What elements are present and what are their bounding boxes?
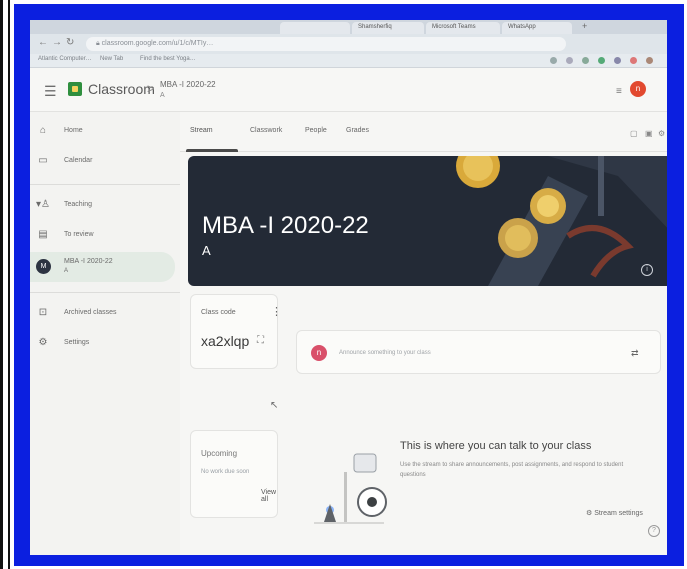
bookmark-item[interactable]: New Tab — [100, 56, 123, 62]
classroom-logo-icon — [68, 82, 82, 96]
more-vert-icon[interactable]: ⋮ — [271, 305, 282, 318]
sidebar-divider — [30, 184, 180, 185]
repost-icon[interactable]: ⇄ — [631, 348, 639, 359]
url-text: classroom.google.com/u/1/c/MTIy… — [101, 40, 214, 47]
sidebar-item-teaching[interactable]: ▾♙ Teaching — [30, 194, 180, 218]
browser-tab[interactable]: Microsoft Teams — [426, 22, 500, 34]
bookmark-item[interactable]: Atlantic Computer… — [38, 56, 92, 62]
sidebar: ⌂ Home ▭ Calendar ▾♙ Teaching ▤ To revie… — [30, 112, 180, 555]
hamburger-menu-icon[interactable]: ☰ — [44, 83, 57, 100]
review-icon: ▤ — [38, 229, 48, 240]
upcoming-empty-text: No work due soon — [201, 469, 250, 475]
sidebar-item-label: Calendar — [64, 157, 93, 164]
extension-icon[interactable] — [614, 57, 621, 64]
bookmarks-bar: Atlantic Computer… New Tab Find the best… — [30, 54, 667, 68]
banner-class-section: A — [202, 243, 211, 258]
sidebar-item-home[interactable]: ⌂ Home — [30, 120, 180, 144]
browser-tab-strip: Shamsherfiq Microsoft Teams WhatsApp + — [30, 20, 667, 34]
address-bar-row: ← → ↻ 🔒︎ classroom.google.com/u/1/c/MTIy… — [30, 34, 667, 54]
breadcrumb-separator: > — [147, 81, 155, 96]
class-code-card: Class code ⋮ xa2xlqp ⛶ — [190, 294, 282, 369]
sidebar-item-class[interactable]: M MBA -I 2020-22 A — [30, 252, 175, 282]
view-all-link[interactable]: View all — [261, 489, 277, 503]
back-icon[interactable]: ← — [38, 37, 48, 48]
sidebar-item-label: Archived classes — [64, 309, 117, 316]
sidebar-item-calendar[interactable]: ▭ Calendar — [30, 150, 180, 174]
stream-illustration — [314, 453, 387, 524]
sidebar-item-archived[interactable]: ⊡ Archived classes — [30, 302, 180, 326]
class-tabs: Stream Classwork People Grades ▢ ▣ ⚙ — [180, 112, 667, 152]
stream-settings-label: Stream settings — [594, 510, 643, 517]
sidebar-item-settings[interactable]: ⚙ Settings — [30, 332, 180, 356]
breadcrumb-class-section: A — [160, 92, 165, 99]
gear-icon: ⚙ — [38, 337, 48, 348]
forward-icon[interactable]: → — [52, 37, 62, 48]
fullscreen-icon[interactable]: ⛶ — [257, 335, 264, 346]
laptop-screen: Shamsherfiq Microsoft Teams WhatsApp + ←… — [30, 20, 667, 555]
tab-people[interactable]: People — [305, 127, 327, 134]
tab-grades[interactable]: Grades — [346, 127, 369, 134]
menu-icon[interactable] — [646, 57, 653, 64]
left-edge — [0, 0, 14, 569]
announce-placeholder: Announce something to your class — [339, 350, 431, 356]
class-banner: MBA -I 2020-22 A i — [188, 156, 667, 286]
profile-icon[interactable] — [630, 57, 637, 64]
empty-state-description: Use the stream to share announcements, p… — [400, 462, 624, 478]
tab-stream[interactable]: Stream — [190, 127, 213, 134]
upcoming-card: Upcoming No work due soon View all — [190, 430, 278, 518]
new-tab-icon[interactable]: + — [582, 21, 587, 31]
active-tab-indicator — [186, 149, 238, 152]
sidebar-divider — [30, 292, 180, 293]
reload-icon[interactable]: ↻ — [66, 37, 74, 48]
sidebar-item-label: Settings — [64, 339, 90, 346]
bookmark-item[interactable]: Find the best Yoga… — [140, 56, 196, 62]
display-icon[interactable]: ▢ — [630, 129, 638, 138]
main-content: Stream Classwork People Grades ▢ ▣ ⚙ MBA… — [180, 112, 667, 555]
sidebar-item-label: Home — [64, 127, 83, 134]
info-icon[interactable]: i — [641, 264, 653, 276]
browser-tab[interactable]: Shamsherfiq — [352, 22, 424, 34]
stream-empty-state: This is where you can talk to your class… — [296, 414, 661, 544]
home-icon: ⌂ — [39, 125, 47, 136]
settings-icon[interactable]: ⚙ — [658, 129, 665, 138]
sidebar-item-to-review[interactable]: ▤ To review — [30, 224, 180, 248]
sidebar-item-label: MBA -I 2020-22 — [64, 258, 113, 265]
class-code-label: Class code — [201, 309, 236, 316]
announce-box[interactable]: n Announce something to your class ⇄ — [296, 330, 661, 374]
calendar-icon: ▭ — [38, 155, 48, 166]
people-icon: ▾♙ — [36, 199, 50, 210]
archive-icon: ⊡ — [38, 307, 48, 318]
tab-classwork[interactable]: Classwork — [250, 127, 282, 134]
breadcrumb-class-title[interactable]: MBA -I 2020-22 — [160, 80, 216, 89]
class-avatar: M — [36, 259, 51, 274]
sidebar-item-label: To review — [64, 231, 94, 238]
classroom-header: ☰ Classroom > MBA -I 2020-22 A ≡ n — [30, 68, 667, 112]
url-bar[interactable]: 🔒︎ classroom.google.com/u/1/c/MTIy… — [86, 37, 566, 51]
extension-icon[interactable] — [582, 57, 589, 64]
empty-state-title: This is where you can talk to your class — [400, 440, 592, 452]
mouse-cursor-icon: ↖ — [270, 400, 279, 411]
class-code-value: xa2xlqp — [201, 333, 250, 349]
browser-tab[interactable]: WhatsApp — [502, 22, 572, 34]
announce-avatar: n — [311, 345, 327, 361]
apps-grid-icon[interactable]: ≡ — [616, 86, 622, 97]
gear-icon: ⚙ — [586, 510, 595, 517]
upcoming-label: Upcoming — [201, 449, 238, 458]
extension-icon[interactable] — [566, 57, 573, 64]
photo-frame: Shamsherfiq Microsoft Teams WhatsApp + ←… — [0, 0, 687, 569]
sidebar-item-label: Teaching — [64, 201, 93, 208]
browser-tab[interactable] — [280, 22, 350, 34]
stream-settings-button[interactable]: ⚙ Stream settings — [586, 509, 643, 517]
account-avatar[interactable]: n — [630, 81, 646, 97]
app-name[interactable]: Classroom — [88, 81, 155, 97]
banner-class-title: MBA -I 2020-22 — [202, 212, 369, 239]
extension-icon[interactable] — [598, 57, 605, 64]
sidebar-item-sublabel: A — [64, 268, 69, 274]
calendar-icon[interactable]: ▣ — [645, 129, 653, 138]
help-icon[interactable]: ? — [648, 525, 660, 537]
extension-icon[interactable] — [550, 57, 557, 64]
